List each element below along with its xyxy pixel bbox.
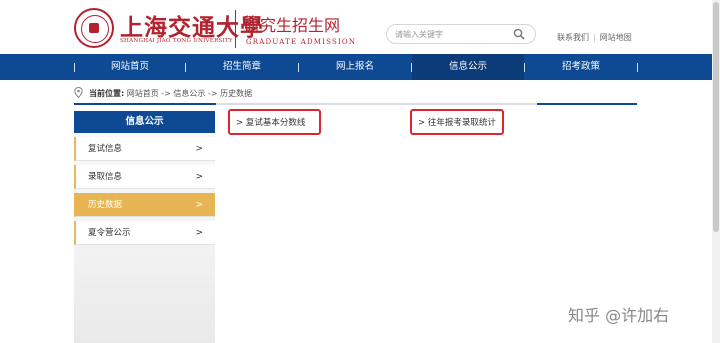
breadcrumb-label: 当前位置:: [89, 89, 125, 98]
site-title-cn: 研究生招生网: [244, 16, 341, 35]
sidebar-item-retest-info[interactable]: 复试信息 >: [74, 137, 215, 161]
link-retest-score-line[interactable]: > 复试基本分数线: [228, 109, 321, 135]
link-past-admission-stats[interactable]: > 往年报考录取统计: [410, 109, 504, 135]
link-separator: |: [593, 33, 596, 42]
logo-divider: [235, 10, 236, 48]
sidebar-item-summer-camp[interactable]: 夏令营公示 >: [74, 221, 215, 245]
site-header: 上海交通大學 SHANGHAI JIAO TONG UNIVERSITY 研究生…: [0, 0, 720, 54]
sidebar: 信息公示 复试信息 > 录取信息 > 历史数据 > 夏令营公示 >: [74, 111, 215, 343]
search-input[interactable]: [395, 27, 505, 41]
nav-item-brochure[interactable]: 招生简章: [186, 54, 298, 80]
chevron-right-icon: >: [195, 200, 203, 210]
nav-item-home[interactable]: 网站首页: [75, 54, 185, 80]
nav-item-info-disclosure[interactable]: 信息公示: [412, 54, 524, 80]
sidebar-item-label: 录取信息: [88, 172, 123, 182]
chevron-right-icon: >: [195, 144, 203, 154]
sidebar-item-label: 复试信息: [88, 144, 123, 154]
nav-item-admission-policy[interactable]: 招考政策: [525, 54, 637, 80]
breadcrumb-underline-light: [216, 103, 637, 105]
top-links: 联系我们 | 网站地图: [557, 32, 632, 43]
site-title-en: GRADUATE ADMISSION: [246, 38, 357, 46]
sidebar-title: 信息公示: [74, 111, 215, 133]
breadcrumb-text: 当前位置: 网站首页 -> 信息公示 -> 历史数据: [89, 88, 252, 99]
sidebar-item-historical-data[interactable]: 历史数据 >: [74, 193, 215, 217]
vertical-scrollbar[interactable]: [712, 0, 720, 343]
sidebar-item-label: 夏令营公示: [88, 228, 131, 238]
university-name-cn[interactable]: 上海交通大學: [120, 8, 264, 42]
university-name-en: SHANGHAI JIAO TONG UNIVERSITY: [120, 38, 233, 44]
sitemap-link[interactable]: 网站地图: [600, 32, 632, 43]
search-box: [386, 24, 536, 44]
nav-item-online-registration[interactable]: 网上报名: [299, 54, 411, 80]
chevron-right-icon: >: [195, 172, 203, 182]
chevron-right-icon: >: [195, 228, 203, 238]
search-icon[interactable]: [513, 28, 525, 40]
watermark: 知乎 @许加右: [568, 306, 670, 325]
breadcrumb-path[interactable]: 网站首页 -> 信息公示 -> 历史数据: [127, 89, 252, 98]
sidebar-item-admission-info[interactable]: 录取信息 >: [74, 165, 215, 189]
sidebar-item-label: 历史数据: [88, 200, 123, 210]
university-seal-logo[interactable]: [74, 8, 114, 48]
nav-separator: [637, 63, 638, 72]
scrollbar-thumb[interactable]: [713, 2, 719, 232]
contact-us-link[interactable]: 联系我们: [557, 32, 589, 43]
main-nav: 网站首页 招生简章 网上报名 信息公示 招考政策: [0, 54, 720, 80]
location-pin-icon: [74, 87, 83, 98]
